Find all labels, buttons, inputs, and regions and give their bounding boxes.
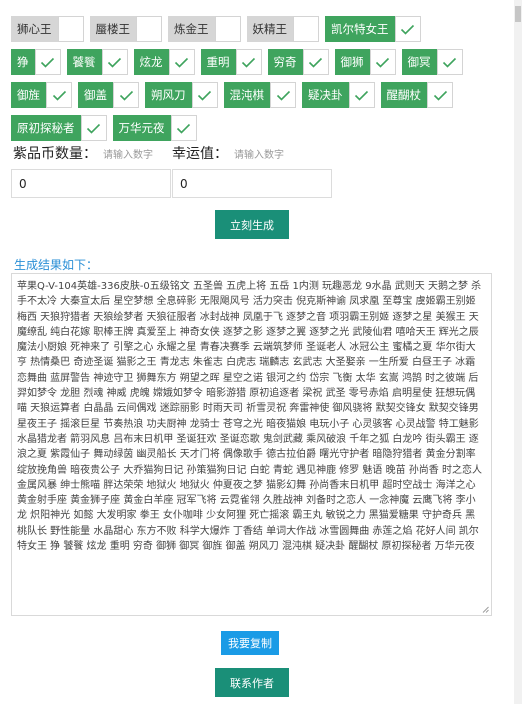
skin-tag-list: 狮心王 蜃楼王 炼金王 妖精王 凯尔特女王狰 饕餮 炫龙 重明 穷奇 御狮 御冥御旌 御盖 朔风刀 混沌棋… — [11, 16, 501, 148]
checkmark-icon[interactable] — [113, 82, 139, 108]
purple-coin-input[interactable]: 0 — [11, 169, 171, 198]
checkmark-icon[interactable] — [46, 82, 72, 108]
skin-tag[interactable]: 御狮 — [334, 49, 396, 75]
checkmark-icon[interactable] — [270, 82, 296, 108]
skin-tag-label: 原初探秘者 — [11, 115, 81, 141]
checkmark-icon[interactable] — [80, 115, 107, 141]
skin-tag-label: 御旌 — [11, 82, 46, 108]
checkmark-icon[interactable] — [235, 49, 262, 75]
skin-tag-label: 御冥 — [401, 49, 437, 75]
skin-tag[interactable]: 狮心王 — [11, 16, 84, 42]
checkbox-empty-icon[interactable] — [293, 16, 319, 42]
checkbox-empty-icon[interactable] — [214, 16, 241, 42]
scrollbar[interactable] — [514, 0, 522, 704]
checkmark-icon[interactable] — [168, 49, 195, 75]
skin-tag-label: 凯尔特女王 — [325, 16, 395, 42]
tag-row: 狮心王 蜃楼王 炼金王 妖精王 凯尔特女王 — [11, 16, 501, 42]
skin-tag-label: 万华元夜 — [112, 115, 171, 141]
tag-row: 原初探秘者 万华元夜 — [11, 115, 501, 141]
skin-tag-label: 饕餮 — [66, 49, 102, 75]
skin-tag-label: 蜃楼王 — [89, 16, 136, 42]
skin-tag-label: 穷奇 — [267, 49, 303, 75]
skin-tag[interactable]: 炼金王 — [168, 16, 241, 42]
checkmark-icon[interactable] — [348, 82, 375, 108]
skin-tag-label: 朔风刀 — [145, 82, 192, 108]
skin-tag-label: 妖精王 — [246, 16, 293, 42]
skin-tag[interactable]: 狰 — [11, 49, 61, 75]
result-textarea[interactable]: 苹果Q-V-104英雄-336皮肤-0五级铭文 五圣兽 五虎上将 五岳 1内测 … — [11, 273, 492, 616]
skin-tag-label: 御狮 — [334, 49, 370, 75]
skin-tag[interactable]: 朔风刀 — [145, 82, 218, 108]
skin-tag[interactable]: 妖精王 — [246, 16, 319, 42]
checkmark-icon[interactable] — [436, 49, 463, 75]
skin-tag[interactable]: 御冥 — [401, 49, 463, 75]
checkmark-icon[interactable] — [302, 49, 329, 75]
skin-tag-label: 炫龙 — [133, 49, 169, 75]
skin-tag[interactable]: 御旌 — [11, 82, 72, 108]
skin-tag-label: 狮心王 — [11, 16, 58, 42]
skin-tag[interactable]: 醒醐杖 — [380, 82, 453, 108]
skin-tag[interactable]: 万华元夜 — [112, 115, 197, 141]
skin-tag[interactable]: 炫龙 — [133, 49, 195, 75]
skin-tag[interactable]: 穷奇 — [267, 49, 329, 75]
skin-tag-label: 醒醐杖 — [380, 82, 427, 108]
skin-tag-label: 御盖 — [78, 82, 113, 108]
tag-row: 狰 饕餮 炫龙 重明 穷奇 御狮 御冥 — [11, 49, 501, 75]
generate-button[interactable]: 立刻生成 — [215, 210, 289, 239]
resize-grip-icon[interactable] — [482, 606, 489, 613]
skin-tag[interactable]: 混沌棋 — [223, 82, 296, 108]
luck-input[interactable]: 0 — [172, 169, 332, 198]
checkmark-icon[interactable] — [369, 49, 396, 75]
skin-tag[interactable]: 凯尔特女王 — [325, 16, 421, 42]
contact-author-button[interactable]: 联系作者 — [215, 668, 289, 697]
skin-tag[interactable]: 重明 — [200, 49, 262, 75]
result-text: 苹果Q-V-104英雄-336皮肤-0五级铭文 五圣兽 五虎上将 五岳 1内测 … — [17, 281, 482, 553]
checkmark-icon[interactable] — [191, 82, 218, 108]
purple-coin-label: 紫品币数量： 请输入数字 — [13, 146, 153, 162]
skin-tag[interactable]: 饕餮 — [66, 49, 128, 75]
skin-tag-label: 混沌棋 — [223, 82, 270, 108]
skin-tag[interactable]: 御盖 — [78, 82, 139, 108]
luck-hint: 请输入数字 — [234, 150, 284, 161]
skin-tag-label: 狰 — [11, 49, 35, 75]
checkmark-icon[interactable] — [34, 49, 61, 75]
checkmark-icon[interactable] — [394, 16, 421, 42]
checkmark-icon[interactable] — [170, 115, 197, 141]
checkbox-empty-icon[interactable] — [136, 16, 162, 42]
skin-tag[interactable]: 原初探秘者 — [11, 115, 107, 141]
skin-tag-label: 炼金王 — [168, 16, 215, 42]
skin-tag-label: 疑决卦 — [302, 82, 349, 108]
purple-coin-hint: 请输入数字 — [103, 150, 153, 161]
skin-tag-label: 重明 — [200, 49, 236, 75]
scrollbar-thumb[interactable] — [515, 6, 521, 22]
checkmark-icon[interactable] — [427, 82, 453, 108]
checkmark-icon[interactable] — [101, 49, 128, 75]
tag-row: 御旌 御盖 朔风刀 混沌棋 疑决卦 醒醐杖 — [11, 82, 501, 108]
copy-button[interactable]: 我要复制 — [221, 631, 279, 655]
skin-tag[interactable]: 疑决卦 — [302, 82, 375, 108]
checkbox-empty-icon[interactable] — [57, 16, 84, 42]
result-title: 生成结果如下： — [14, 258, 99, 272]
skin-tag[interactable]: 蜃楼王 — [89, 16, 162, 42]
luck-label: 幸运值： 请输入数字 — [172, 146, 284, 162]
